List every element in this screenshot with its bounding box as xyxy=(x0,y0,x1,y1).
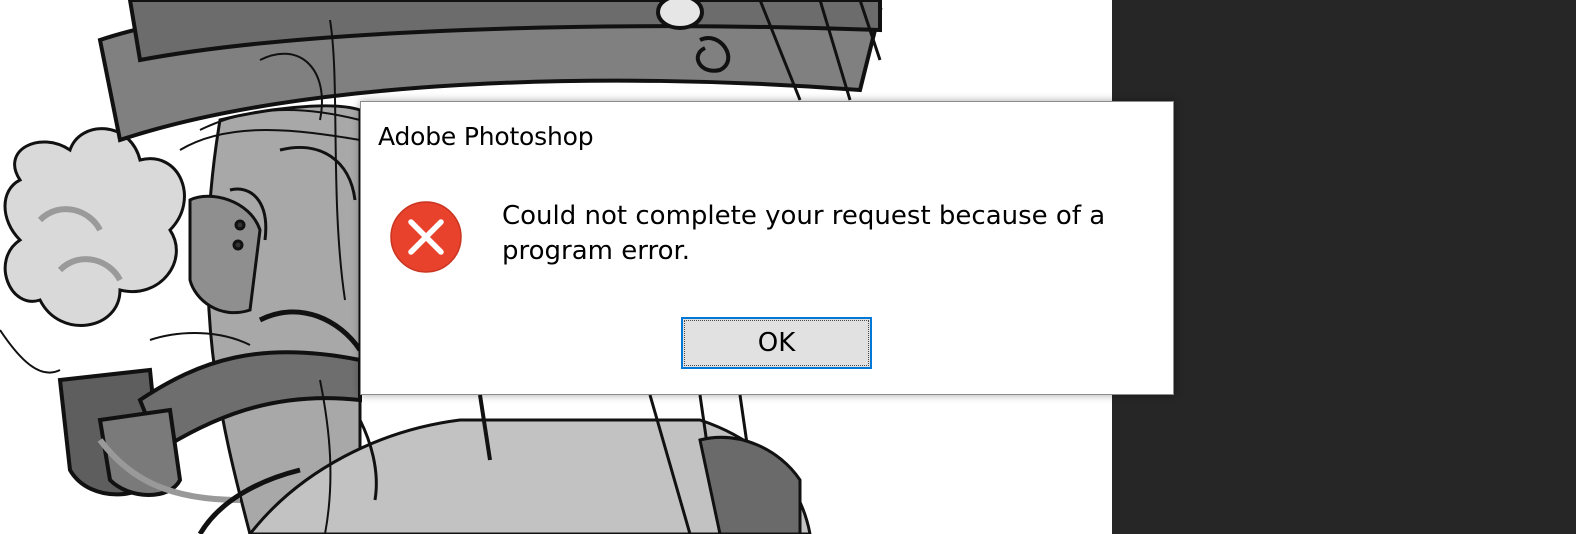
error-x-icon xyxy=(390,201,462,273)
error-message: Could not complete your request because … xyxy=(502,201,1106,266)
workspace-background xyxy=(1112,0,1576,534)
error-dialog: Adobe Photoshop Could not complete your … xyxy=(360,101,1174,395)
dialog-title: Adobe Photoshop xyxy=(378,122,594,151)
ok-button-label: OK xyxy=(684,320,869,366)
smoke-puff xyxy=(3,127,186,327)
ok-button[interactable]: OK xyxy=(681,317,872,369)
